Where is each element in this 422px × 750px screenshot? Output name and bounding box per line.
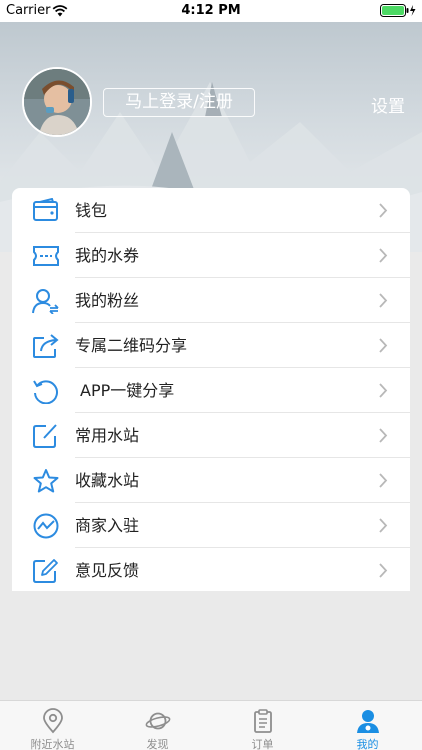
avatar[interactable] [22, 67, 92, 137]
menu-item-label: 我的粉丝 [75, 291, 140, 310]
tab-label: 订单 [251, 738, 274, 750]
menu-item-label: 钱包 [75, 201, 108, 220]
chevron-right-icon [379, 518, 388, 533]
menu-item-feedback[interactable]: 意见反馈 [12, 548, 410, 593]
chevron-right-icon [379, 428, 388, 443]
location-pin-icon [43, 708, 63, 734]
menu-item-label: 我的水券 [75, 246, 140, 265]
settings-button[interactable]: 设置 [360, 92, 416, 117]
menu-item-fans[interactable]: 我的粉丝 [12, 278, 410, 323]
menu-item-wallet[interactable]: 钱包 [12, 188, 410, 233]
chevron-right-icon [379, 203, 388, 218]
chevron-right-icon [379, 248, 388, 263]
tab-nearby-stations[interactable]: 附近水站 [0, 701, 105, 750]
feedback-icon [33, 559, 58, 583]
star-icon [33, 469, 59, 493]
tab-label: 发现 [146, 738, 169, 750]
ticket-icon [33, 246, 59, 266]
tab-label: 附近水站 [30, 738, 75, 750]
chevron-right-icon [379, 473, 388, 488]
chevron-right-icon [379, 293, 388, 308]
menu-item-qr-share[interactable]: 专属二维码分享 [12, 323, 410, 368]
menu-item-app-share[interactable]: APP一键分享 [12, 368, 410, 413]
share-icon [33, 334, 59, 358]
clipboard-icon [254, 709, 272, 733]
planet-icon [145, 712, 171, 730]
edit-square-icon [33, 424, 57, 448]
menu-item-water-tickets[interactable]: 我的水券 [12, 233, 410, 278]
status-time: 4:12 PM [181, 3, 241, 18]
menu-item-label: 常用水站 [75, 426, 140, 445]
menu-item-label: 收藏水站 [75, 471, 140, 490]
menu-item-frequent-stations[interactable]: 常用水站 [12, 413, 410, 458]
menu-item-favorite-stations[interactable]: 收藏水站 [12, 458, 410, 503]
tab-label: 我的 [356, 738, 379, 750]
battery-icon [380, 4, 416, 17]
tab-orders[interactable]: 订单 [210, 701, 315, 750]
menu-item-label: 商家入驻 [75, 516, 140, 535]
user-icon [357, 710, 379, 733]
tab-bar: 附近水站 发现 订单 我的 [0, 700, 422, 750]
menu-item-label: 专属二维码分享 [75, 336, 188, 355]
menu-item-label: 意见反馈 [75, 561, 140, 580]
menu-card: 钱包 我的水券 我的粉丝 专属二维码分享 APP一键分享 常用水站 收藏水站 商… [12, 188, 410, 591]
status-bar: Carrier 4:12 PM [0, 0, 422, 22]
chevron-right-icon [379, 338, 388, 353]
chevron-right-icon [379, 383, 388, 398]
login-register-button[interactable]: 马上登录/注册 [103, 88, 255, 117]
chevron-right-icon [379, 563, 388, 578]
menu-item-merchant-join[interactable]: 商家入驻 [12, 503, 410, 548]
menu-item-label: APP一键分享 [80, 381, 175, 400]
fans-icon [32, 289, 59, 314]
wallet-icon [33, 198, 58, 221]
refresh-icon [33, 380, 58, 404]
tab-mine[interactable]: 我的 [315, 701, 420, 750]
tab-discover[interactable]: 发现 [105, 701, 210, 750]
trend-icon [33, 513, 59, 539]
